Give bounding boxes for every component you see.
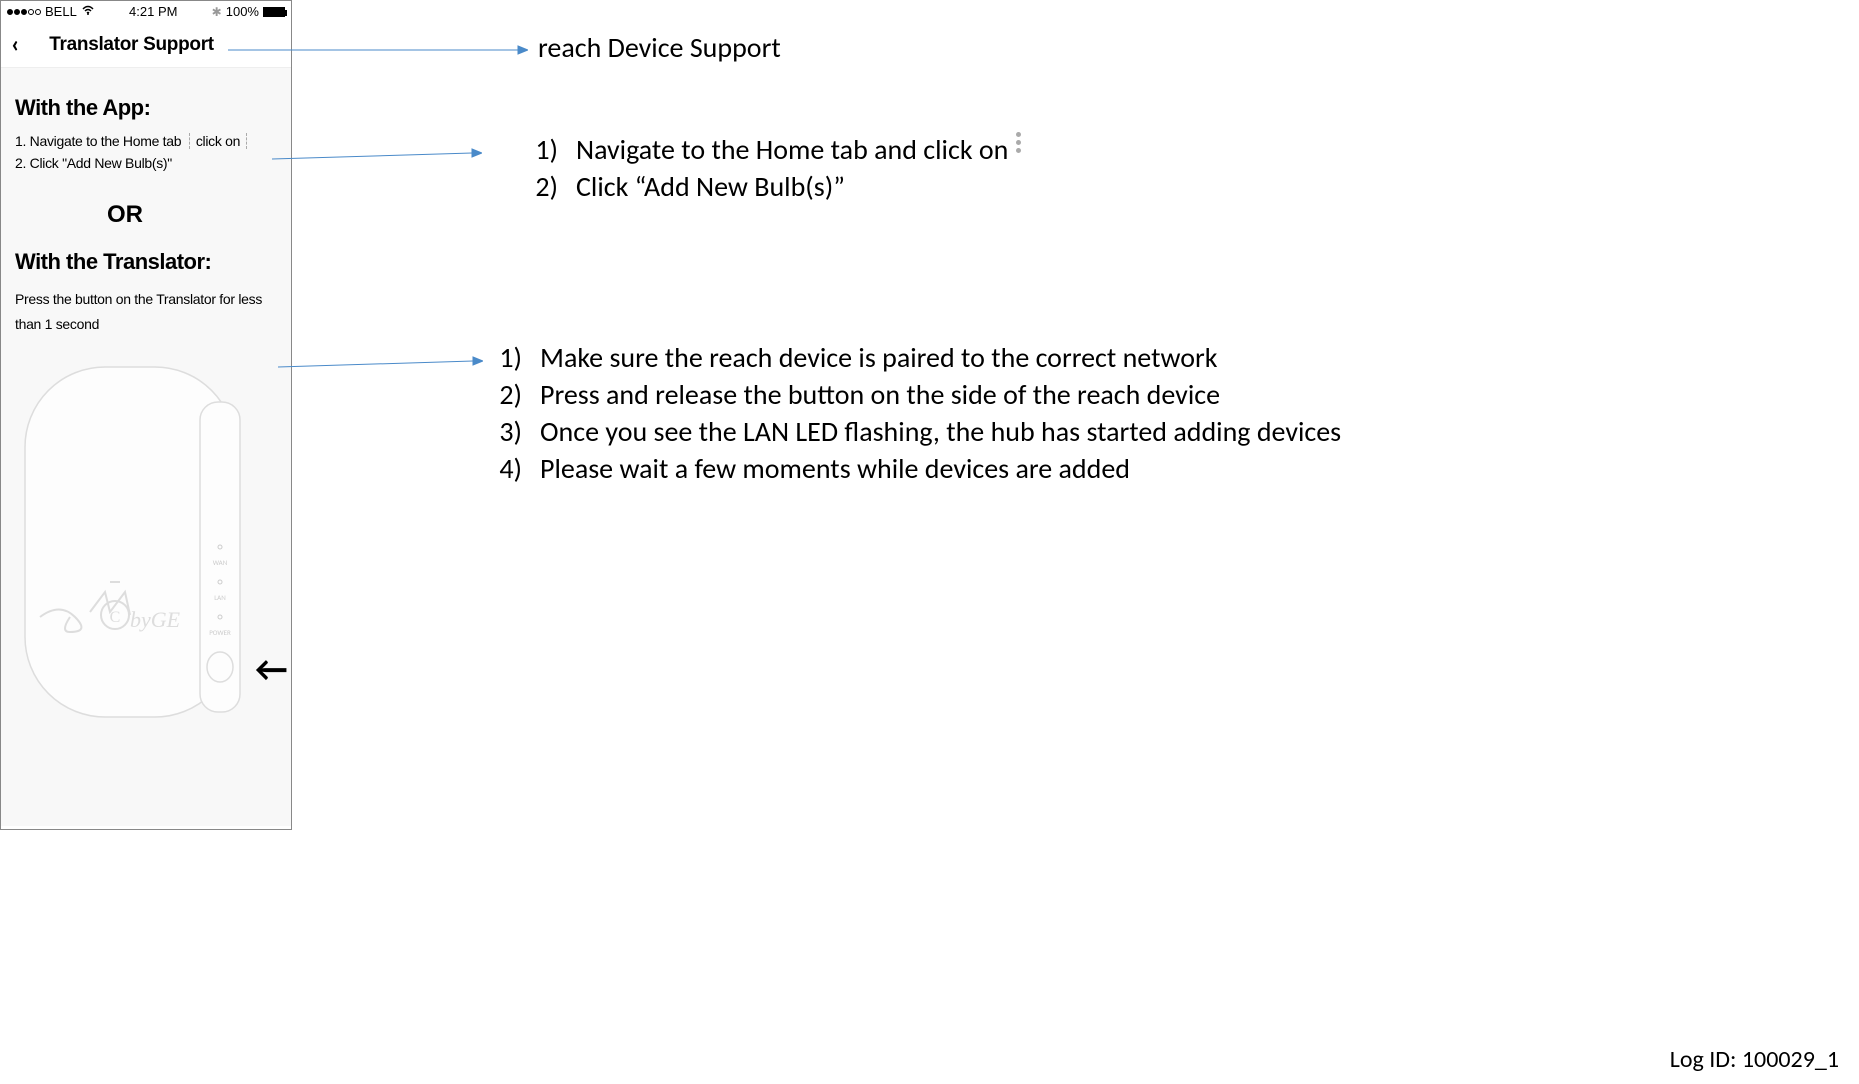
signal-dots-icon: [7, 9, 41, 15]
section1-header: With the App:: [15, 95, 277, 121]
section2-header: With the Translator:: [15, 249, 277, 275]
phone-content: With the App: 1. Navigate to the Home ta…: [1, 68, 291, 826]
section2-text: Press the button on the Translator for l…: [15, 287, 277, 337]
connector-arrow-3: [278, 355, 483, 375]
battery-pct: 100%: [226, 4, 259, 19]
list2-item-1: Press and release the button on the side…: [540, 377, 1220, 412]
back-chevron-icon[interactable]: ‹: [11, 30, 19, 59]
list-item: 2) Press and release the button on the s…: [495, 377, 1341, 412]
list2-item-3: Please wait a few moments while devices …: [540, 451, 1130, 486]
annotation-list-2: 1) Make sure the reach device is paired …: [495, 340, 1341, 488]
wan-label: WAN: [213, 558, 228, 567]
list2-item-0: Make sure the reach device is paired to …: [540, 340, 1217, 375]
device-illustration: WAN LAN POWER byGE C ←: [15, 357, 277, 727]
bluetooth-icon: ✱: [212, 5, 222, 19]
phone-mockup: BELL 4:21 PM ✱ 100% ‹ Translator Support…: [0, 0, 292, 830]
power-label: POWER: [209, 628, 231, 637]
svg-text:byGE: byGE: [130, 607, 181, 632]
list1-item-0: Navigate to the Home tab and click on: [576, 132, 1008, 167]
svg-text:C: C: [110, 609, 121, 626]
step1-prefix: 1. Navigate to the Home tab: [15, 133, 181, 149]
list-item: 3) Once you see the LAN LED flashing, th…: [495, 414, 1341, 449]
section1-step1: 1. Navigate to the Home tab click on: [15, 133, 277, 149]
battery-icon: [263, 7, 285, 17]
annotation-list-1: 1) Navigate to the Home tab and click on…: [531, 132, 1021, 206]
carrier-label: BELL: [45, 4, 77, 19]
click-on-box: click on: [189, 133, 247, 149]
connector-arrow-2: [272, 147, 482, 167]
connector-arrow-1: [228, 40, 528, 60]
nav-title: Translator Support: [49, 34, 214, 56]
arrow-left-icon: ←: [255, 647, 288, 691]
status-bar: BELL 4:21 PM ✱ 100%: [1, 1, 291, 22]
list-item: 1) Navigate to the Home tab and click on: [531, 132, 1021, 167]
list-item: 1) Make sure the reach device is paired …: [495, 340, 1341, 375]
lan-label: LAN: [214, 593, 226, 602]
annotation-title: reach Device Support: [538, 30, 781, 65]
list-item: 2) Click “Add New Bulb(s)”: [531, 169, 1021, 204]
wifi-icon: [81, 4, 95, 19]
list-item: 4) Please wait a few moments while devic…: [495, 451, 1341, 486]
more-dots-icon: [1016, 132, 1021, 167]
time-label: 4:21 PM: [129, 4, 177, 19]
list1-item-1: Click “Add New Bulb(s)”: [576, 169, 845, 204]
or-label: OR: [100, 201, 150, 229]
log-id: Log ID: 100029_1: [1670, 1045, 1839, 1074]
section1-step2: 2. Click "Add New Bulb(s)": [15, 155, 277, 171]
list2-item-2: Once you see the LAN LED flashing, the h…: [540, 414, 1341, 449]
